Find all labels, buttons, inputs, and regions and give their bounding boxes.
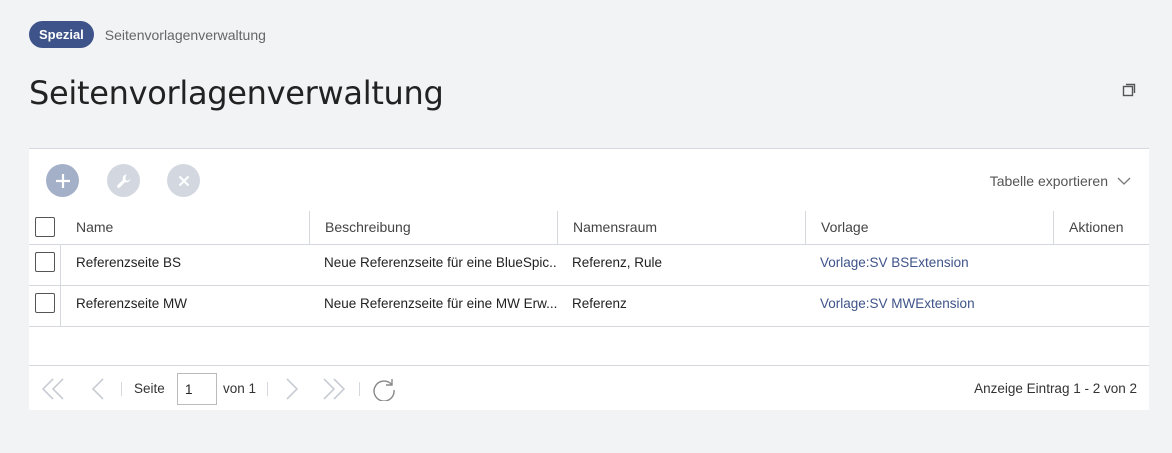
breadcrumb: Spezial Seitenvorlagenverwaltung <box>29 21 266 48</box>
grid-panel: Tabelle exportieren Name Beschreibung Na… <box>29 148 1149 410</box>
table-row[interactable]: Referenzseite MW Neue Referenzseite für … <box>29 286 1149 327</box>
template-link[interactable]: Vorlage:SV MWExtension <box>805 286 1053 326</box>
template-link[interactable]: Vorlage:SV BSExtension <box>805 245 1053 285</box>
edit-button[interactable] <box>107 164 140 197</box>
select-all-checkbox[interactable] <box>35 217 55 237</box>
page-number-input[interactable] <box>177 373 217 405</box>
last-page-icon[interactable] <box>321 377 346 401</box>
page-title: Seitenvorlagenverwaltung <box>29 74 444 112</box>
cell-description: Neue Referenzseite für eine BlueSpic... <box>324 255 557 270</box>
cell-name: Referenzseite BS <box>76 255 182 270</box>
add-button[interactable] <box>46 164 79 197</box>
first-page-icon[interactable] <box>41 377 66 401</box>
cell-namespace: Referenz <box>572 296 627 311</box>
refresh-icon[interactable] <box>372 377 396 402</box>
column-header-name[interactable]: Name <box>61 211 309 244</box>
add-icon <box>55 173 70 188</box>
cell-namespace: Referenz, Rule <box>572 255 663 270</box>
row-checkbox[interactable] <box>35 252 55 272</box>
prev-page-icon[interactable] <box>87 377 111 401</box>
chevron-down-icon <box>1117 177 1131 185</box>
special-badge[interactable]: Spezial <box>29 21 94 48</box>
next-page-icon[interactable] <box>281 377 305 401</box>
table-row[interactable]: Referenzseite BS Neue Referenzseite für … <box>29 245 1149 286</box>
column-header-description[interactable]: Beschreibung <box>309 211 557 244</box>
column-header-namespace[interactable]: Namensraum <box>557 211 805 244</box>
table-header: Name Beschreibung Namensraum Vorlage Akt… <box>29 211 1149 245</box>
page-count: von 1 <box>223 381 257 396</box>
column-header-actions: Aktionen <box>1053 211 1149 244</box>
export-table-dropdown[interactable]: Tabelle exportieren <box>990 173 1131 189</box>
cell-name: Referenzseite MW <box>76 296 188 311</box>
export-label: Tabelle exportieren <box>989 173 1108 189</box>
pagination-info: Anzeige Eintrag 1 - 2 von 2 <box>974 381 1137 396</box>
row-checkbox[interactable] <box>35 293 55 313</box>
delete-button[interactable] <box>167 164 200 197</box>
close-icon <box>178 175 189 186</box>
wrench-icon <box>116 174 130 188</box>
cell-description: Neue Referenzseite für eine MW Erw... <box>324 296 557 311</box>
page-label: Seite <box>134 381 165 396</box>
breadcrumb-current: Seitenvorlagenverwaltung <box>104 26 266 43</box>
column-header-template[interactable]: Vorlage <box>805 211 1053 244</box>
pagination-toolbar: Seite von 1 Anzeige Eintrag 1 - 2 von 2 <box>29 365 1149 411</box>
popout-icon[interactable] <box>1121 82 1137 98</box>
